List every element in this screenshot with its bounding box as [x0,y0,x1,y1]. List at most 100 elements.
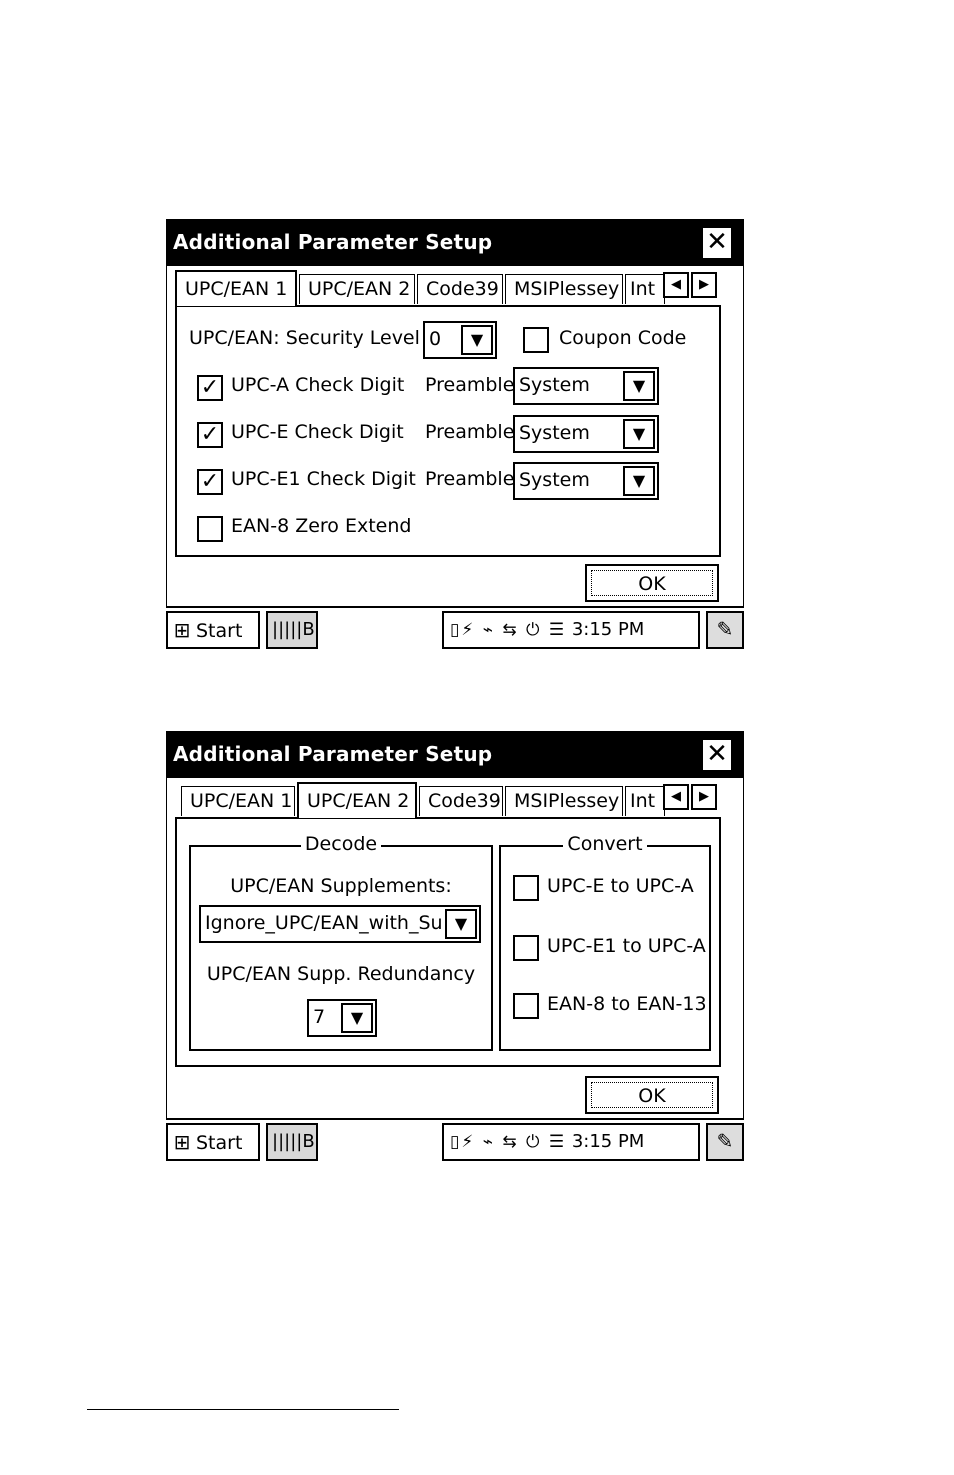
tab-panel: Decode UPC/EAN Supplements: Ignore_UPC/E… [175,817,721,1067]
tab-scroll-right-button[interactable]: ▶ [691,784,717,810]
checkmark-icon: ✓ [200,469,220,494]
arrow-left-icon: ◀ [671,277,681,292]
arrow-right-icon: ▶ [699,789,709,804]
ok-button[interactable]: OK [585,1076,719,1114]
clock[interactable]: 3:15 PM [572,619,645,640]
tab-scroll-left-button[interactable]: ◀ [663,272,689,298]
upc-e-preamble-value: System [519,422,590,444]
windows-flag-icon: ⊞ [173,1130,191,1154]
tab-code39[interactable]: Code39 [419,786,503,816]
ok-button[interactable]: OK [585,564,719,602]
tab-msiplessey[interactable]: MSIPlessey [505,274,623,304]
screenshot-upc-ean-1: Additional Parameter Setup ✕ UPC/EAN 1 U… [166,219,744,652]
upc-e-check-digit-checkbox[interactable]: ✓ [197,422,223,448]
close-button[interactable]: ✕ [702,739,732,771]
taskbar: ⊞ Start |||||B ▯⚡ ⌁ ⇆ ⏻ ☰ 3:15 PM ✎ [166,1119,744,1164]
upc-e1-preamble-combo[interactable]: System ▼ [513,462,659,500]
security-level-label: UPC/EAN: Security Level [189,327,420,349]
footnote-rule [87,1409,399,1410]
tray-icons: ▯⚡ ⌁ ⇆ ⏻ ☰ [450,1132,567,1152]
preamble-label: Preamble [425,468,515,490]
ean8-to-ean13-checkbox[interactable] [513,993,539,1019]
pen-icon: ✎ [716,617,734,641]
tab-code39[interactable]: Code39 [417,274,503,304]
tab-strip: UPC/EAN 1 UPC/EAN 2 Code39 MSIPlessey In… [175,270,735,306]
start-label: Start [196,620,243,642]
tab-panel: UPC/EAN: Security Level 0 ▼ Coupon Code … [175,305,721,557]
upc-e-to-upc-a-checkbox[interactable] [513,875,539,901]
start-button[interactable]: ⊞ Start [166,611,260,649]
upc-e1-to-upc-a-label: UPC-E1 to UPC-A [547,935,706,957]
clock[interactable]: 3:15 PM [572,1131,645,1152]
close-icon: ✕ [706,227,728,257]
upc-a-preamble-value: System [519,374,590,396]
tray-icons: ▯⚡ ⌁ ⇆ ⏻ ☰ [450,620,567,640]
input-panel-button[interactable]: ✎ [706,1123,744,1161]
upc-e-preamble-combo[interactable]: System ▼ [513,415,659,453]
supplements-label: UPC/EAN Supplements: [230,875,452,897]
app-label: B [302,1131,315,1152]
tab-scroll-left-button[interactable]: ◀ [663,784,689,810]
supplements-combo[interactable]: Ignore_UPC/EAN_with_Sup ▼ [199,905,481,943]
tab-int[interactable]: Int [625,274,665,304]
coupon-code-checkbox[interactable] [523,327,549,353]
tab-scroll-right-button[interactable]: ▶ [691,272,717,298]
tab-upc-ean-2[interactable]: UPC/EAN 2 [297,782,417,818]
dialog-window: Additional Parameter Setup ✕ UPC/EAN 1 U… [166,219,744,607]
close-icon: ✕ [706,739,728,769]
upc-a-check-digit-checkbox[interactable]: ✓ [197,375,223,401]
redundancy-label: UPC/EAN Supp. Redundancy [206,963,476,985]
upc-a-preamble-combo[interactable]: System ▼ [513,367,659,405]
checkmark-icon: ✓ [200,422,220,447]
taskbar-app-button[interactable]: |||||B [266,1123,318,1161]
decode-group: Decode UPC/EAN Supplements: Ignore_UPC/E… [189,833,493,1051]
barcode-icon: ||||| [272,1131,303,1152]
chevron-down-icon[interactable]: ▼ [341,1003,373,1033]
upc-e1-to-upc-a-checkbox[interactable] [513,935,539,961]
pen-icon: ✎ [716,1129,734,1153]
tab-msiplessey[interactable]: MSIPlessey [505,786,623,816]
tab-upc-ean-1[interactable]: UPC/EAN 1 [181,786,295,816]
close-button[interactable]: ✕ [702,227,732,259]
arrow-right-icon: ▶ [699,277,709,292]
decode-group-title: Decode [300,833,382,855]
upc-e-to-upc-a-label: UPC-E to UPC-A [547,875,694,897]
security-level-value: 0 [429,328,442,350]
redundancy-value: 7 [313,1006,326,1028]
checkmark-icon: ✓ [200,375,220,400]
ok-label: OK [591,1082,713,1108]
start-button[interactable]: ⊞ Start [166,1123,260,1161]
tab-upc-ean-1[interactable]: UPC/EAN 1 [175,270,297,306]
system-tray: ▯⚡ ⌁ ⇆ ⏻ ☰ 3:15 PM [442,1123,700,1161]
tab-upc-ean-2[interactable]: UPC/EAN 2 [299,274,415,304]
windows-flag-icon: ⊞ [173,618,191,642]
taskbar-app-button[interactable]: |||||B [266,611,318,649]
dialog-title: Additional Parameter Setup [173,230,493,254]
convert-group-title: Convert [563,833,647,855]
upc-e1-check-digit-label: UPC-E1 Check Digit [231,468,416,490]
screenshot-upc-ean-2: Additional Parameter Setup ✕ UPC/EAN 1 U… [166,731,744,1164]
arrow-left-icon: ◀ [671,789,681,804]
security-level-combo[interactable]: 0 ▼ [423,321,497,359]
chevron-down-icon[interactable]: ▼ [623,466,655,496]
preamble-label: Preamble [425,374,515,396]
upc-e1-preamble-value: System [519,469,590,491]
input-panel-button[interactable]: ✎ [706,611,744,649]
system-tray: ▯⚡ ⌁ ⇆ ⏻ ☰ 3:15 PM [442,611,700,649]
upc-a-check-digit-label: UPC-A Check Digit [231,374,405,396]
redundancy-combo[interactable]: 7 ▼ [307,999,377,1037]
app-label: B [302,619,315,640]
ean8-to-ean13-label: EAN-8 to EAN-13 [547,993,707,1015]
barcode-icon: ||||| [272,619,303,640]
upc-e1-check-digit-checkbox[interactable]: ✓ [197,469,223,495]
dialog-title: Additional Parameter Setup [173,742,493,766]
title-bar: Additional Parameter Setup ✕ [167,732,743,778]
chevron-down-icon[interactable]: ▼ [445,909,477,939]
chevron-down-icon[interactable]: ▼ [461,325,493,355]
ok-label: OK [591,570,713,596]
ean8-zero-extend-checkbox[interactable] [197,516,223,542]
chevron-down-icon[interactable]: ▼ [623,419,655,449]
tab-int[interactable]: Int [625,786,665,816]
chevron-down-icon[interactable]: ▼ [623,371,655,401]
title-bar: Additional Parameter Setup ✕ [167,220,743,266]
